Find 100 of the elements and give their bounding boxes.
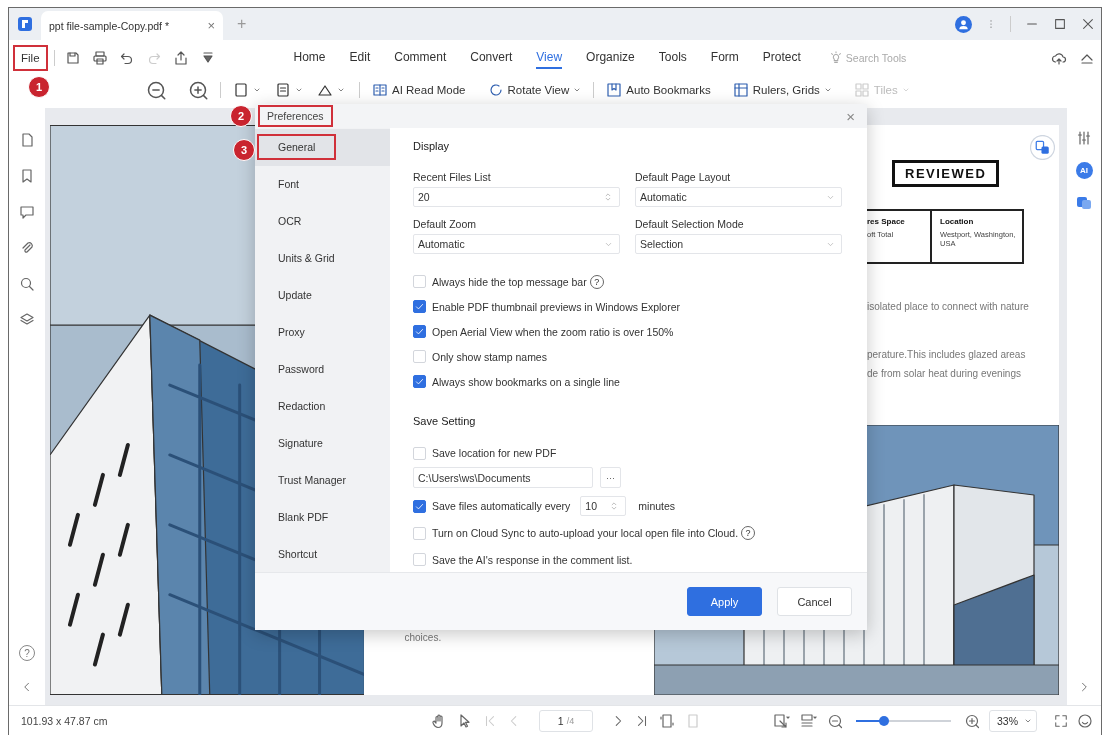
share-icon[interactable] <box>172 50 189 66</box>
table-heading: res Space <box>867 217 906 226</box>
ruler-grid-icon <box>732 82 749 98</box>
nav-item[interactable]: General <box>255 129 390 166</box>
menu-tab[interactable]: Convert <box>470 47 513 69</box>
save-icon[interactable] <box>64 50 81 66</box>
menu-tab[interactable]: Protect <box>762 47 801 69</box>
single-page-icon[interactable] <box>659 712 675 729</box>
pointer-icon[interactable] <box>457 712 473 729</box>
number-field[interactable]: 10 <box>580 496 627 517</box>
nav-item[interactable]: Signature <box>255 424 390 462</box>
document-text: isolated place to connect with nature <box>867 301 1030 312</box>
menu-tab[interactable]: Comment <box>394 47 447 69</box>
sliders-icon[interactable] <box>1076 130 1092 146</box>
search-icon[interactable] <box>19 276 35 292</box>
zoom-out-icon[interactable] <box>146 80 166 100</box>
ai-assistant-icon[interactable]: AI <box>1075 162 1093 179</box>
document-text: de from solar heat during evenings <box>867 368 1022 379</box>
path-field[interactable]: C:\Users\ws\Documents <box>413 467 593 489</box>
nav-item[interactable]: Shortcut <box>255 535 390 573</box>
caret-icon <box>901 86 910 94</box>
caret-icon <box>295 86 303 94</box>
select-field[interactable]: Automatic <box>635 187 842 207</box>
nav-item[interactable]: Font <box>255 165 390 203</box>
nav-item[interactable]: Update <box>255 276 390 314</box>
page-dimensions: 101.93 x 47.87 cm <box>21 714 109 727</box>
menu-tab[interactable]: Organize <box>586 47 635 69</box>
field-label: Default Page Layout <box>635 170 732 185</box>
document-tab[interactable]: ppt file-sample-Copy.pdf * × <box>41 11 223 40</box>
zoom-out-icon[interactable] <box>827 712 843 729</box>
dialog-button[interactable]: Cancel <box>777 587 852 616</box>
zoom-dropdown[interactable]: 33% <box>989 709 1037 732</box>
checkbox[interactable] <box>413 300 426 313</box>
nav-item[interactable]: OCR <box>255 202 390 240</box>
avatar-icon[interactable] <box>955 15 972 33</box>
toolbar-dropdown[interactable] <box>233 80 261 100</box>
option-label: Save the AI's response in the comment list. <box>432 553 633 566</box>
print-icon[interactable] <box>91 50 108 66</box>
caret-icon <box>823 86 832 94</box>
app-logo-icon[interactable] <box>17 16 33 32</box>
reviewed-stamp: REVIEWED <box>892 160 1000 187</box>
section-heading: Save Setting <box>413 414 477 429</box>
field-label: Default Zoom <box>413 217 478 232</box>
menu-tab[interactable]: Edit <box>349 47 371 69</box>
zoom-in-icon[interactable] <box>964 712 980 729</box>
toolbar-button[interactable]: Rulers, Grids <box>732 80 832 100</box>
translate-icon[interactable] <box>1076 195 1092 211</box>
menu-tab[interactable]: View <box>536 47 563 69</box>
convert-to-word-icon[interactable] <box>1030 135 1055 160</box>
menu-tab[interactable]: Tools <box>658 47 687 69</box>
last-page-icon[interactable] <box>635 713 649 728</box>
fit-page-icon[interactable] <box>773 712 791 729</box>
nav-item[interactable]: Trust Manager <box>255 461 390 499</box>
nav-item[interactable]: Redaction <box>255 387 390 425</box>
checkmark-icon <box>414 376 425 387</box>
dialog-button[interactable]: Apply <box>687 587 762 616</box>
nav-item[interactable]: Proxy <box>255 313 390 351</box>
browse-button[interactable]: ··· <box>600 467 621 489</box>
maximize-icon[interactable] <box>1053 17 1067 31</box>
checkbox[interactable] <box>413 375 426 388</box>
select-field[interactable]: Selection <box>635 234 842 254</box>
note-tool-icon <box>275 82 291 98</box>
toolbar-button[interactable]: AI Read Mode <box>372 80 466 100</box>
nav-item[interactable]: Password <box>255 350 390 388</box>
section-heading: Display <box>413 139 451 154</box>
bookmark-icon[interactable] <box>19 168 35 184</box>
comment-icon[interactable] <box>19 204 35 220</box>
field-label: Recent Files List <box>413 170 492 185</box>
page-tool-icon <box>233 82 249 98</box>
checkbox[interactable] <box>413 325 426 338</box>
view-mode-icon[interactable] <box>800 712 818 729</box>
close-icon[interactable] <box>1081 17 1095 31</box>
file-menu[interactable]: File <box>15 47 46 69</box>
select-field[interactable]: Automatic <box>413 234 620 254</box>
option-label: Turn on Cloud Sync to auto-upload your local open file into Cloud. <box>432 527 739 540</box>
toolbar-button[interactable]: Auto Bookmarks <box>606 80 711 100</box>
caret-icon <box>573 86 582 94</box>
number-field[interactable]: 20 <box>413 187 620 207</box>
menu-tab[interactable]: Home <box>293 47 326 69</box>
close-tab-icon[interactable]: × <box>207 18 215 33</box>
page-icon[interactable] <box>19 132 35 148</box>
cloud-upload-icon[interactable] <box>1051 50 1067 66</box>
option-label: Save files automatically every <box>432 500 571 513</box>
menu-tab[interactable]: Form <box>710 47 739 69</box>
lightbulb-icon <box>828 51 843 65</box>
feedback-icon[interactable] <box>1077 712 1093 729</box>
fullscreen-icon[interactable] <box>1054 713 1068 728</box>
toolbar-button[interactable]: Rotate View <box>487 80 582 100</box>
nav-item[interactable]: Units & Grid <box>255 239 390 277</box>
nav-item[interactable]: Blank PDF <box>255 498 390 536</box>
checkmark-icon <box>414 301 425 312</box>
page-number-field[interactable]: 1 /4 <box>539 709 593 732</box>
unit-label: minutes <box>638 500 676 513</box>
caret-icon <box>253 86 261 94</box>
zoom-in-icon[interactable] <box>188 80 208 100</box>
checkbox[interactable] <box>413 500 426 513</box>
field-label: Default Selection Mode <box>635 217 745 232</box>
zoom-slider[interactable] <box>856 714 951 727</box>
toolbar-dropdown[interactable] <box>275 80 303 100</box>
document-text: perature.This includes glazed areas <box>867 349 1027 360</box>
